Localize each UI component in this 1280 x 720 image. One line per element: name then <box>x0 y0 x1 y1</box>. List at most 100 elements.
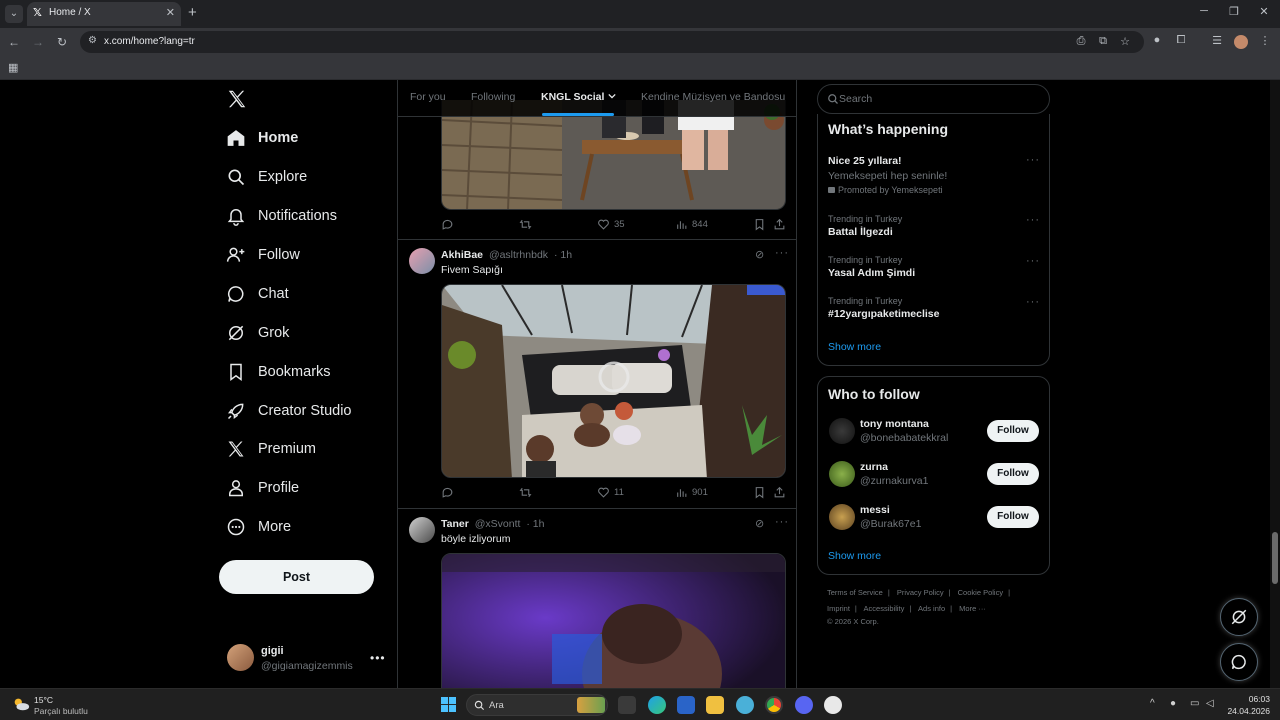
account-avatar[interactable] <box>227 644 254 671</box>
views-button[interactable]: 844 <box>675 218 708 231</box>
post-more-icon[interactable]: ··· <box>775 516 789 528</box>
settings-app-icon[interactable] <box>736 696 754 714</box>
site-info-icon[interactable]: ⚙ <box>88 35 97 46</box>
footer-link[interactable]: Imprint <box>827 604 850 613</box>
user-handle[interactable]: @Burak67e1 <box>860 518 921 530</box>
avatar[interactable] <box>829 504 855 530</box>
tray-overflow-icon[interactable]: ^ <box>1150 698 1155 709</box>
search-box[interactable] <box>817 84 1050 114</box>
x-logo-icon[interactable] <box>226 88 248 110</box>
trend-more-icon[interactable]: ··· <box>1026 154 1040 166</box>
nav-home[interactable]: Home <box>226 124 298 152</box>
chat-float-button[interactable] <box>1220 643 1258 681</box>
new-tab-button[interactable]: + <box>188 4 197 22</box>
bookmark-button[interactable] <box>753 218 770 231</box>
taskbar-search[interactable]: Ara <box>466 694 608 716</box>
task-view-icon[interactable] <box>618 696 636 714</box>
nav-follow[interactable]: Follow <box>226 241 300 269</box>
microphone-icon[interactable]: ● <box>1170 698 1176 709</box>
footer-link[interactable]: More ··· <box>959 604 986 613</box>
share-button[interactable] <box>773 486 790 499</box>
clock-time[interactable]: 06:03 <box>1230 694 1270 704</box>
post-author-name[interactable]: AkhiBae <box>441 249 483 261</box>
avatar[interactable] <box>409 517 435 543</box>
trend-more-icon[interactable]: ··· <box>1026 214 1040 226</box>
repost-button[interactable] <box>519 486 536 499</box>
account-more-icon[interactable]: ••• <box>370 651 386 665</box>
browser-tab[interactable]: 𝕏 Home / X ✕ <box>27 2 181 26</box>
user-name[interactable]: tony montana <box>860 418 929 430</box>
search-input[interactable] <box>839 91 1039 107</box>
post-media-video[interactable] <box>441 553 786 688</box>
nav-more[interactable]: More <box>226 513 291 541</box>
trend-topic[interactable]: #12yargıpaketimeclise <box>828 308 940 320</box>
post-more-icon[interactable]: ··· <box>775 247 789 259</box>
show-more-link[interactable]: Show more <box>828 550 881 562</box>
post-author-handle[interactable]: @asltrhnbdk <box>489 249 548 261</box>
weather-partly-cloudy-icon[interactable] <box>12 696 30 712</box>
bookmark-button[interactable] <box>753 486 770 499</box>
translate-icon[interactable]: ⎙ <box>1074 35 1088 48</box>
reading-list-icon[interactable]: ☰ <box>1210 34 1224 47</box>
tab-kendine-muzisyen[interactable]: Kendine Müzisyen ve Bandosu <box>641 91 785 103</box>
reply-button[interactable] <box>441 486 458 499</box>
tab-kngl-social[interactable]: KNGL Social <box>541 91 617 103</box>
user-name[interactable]: messi <box>860 504 890 516</box>
clock-date[interactable]: 24.04.2026 <box>1220 706 1270 716</box>
close-window-icon[interactable]: ✕ <box>1256 5 1272 18</box>
weather-description[interactable]: Parçalı bulutlu <box>34 706 88 716</box>
follow-button[interactable]: Follow <box>987 463 1039 485</box>
discord-icon[interactable] <box>795 696 813 714</box>
user-name[interactable]: zurna <box>860 461 888 473</box>
footer-link[interactable]: Terms of Service <box>827 588 883 597</box>
user-handle[interactable]: @bonebabatekkral <box>860 432 948 444</box>
user-handle[interactable]: @zurnakurva1 <box>860 475 928 487</box>
nav-profile[interactable]: Profile <box>226 474 299 502</box>
account-handle[interactable]: @gigiamagizemmis <box>261 660 353 672</box>
avatar[interactable] <box>829 461 855 487</box>
grok-icon[interactable]: ⊘ <box>755 248 764 261</box>
volume-icon[interactable]: ◁ <box>1206 698 1214 709</box>
post-author-handle[interactable]: @xSvontt <box>475 518 521 530</box>
post-button[interactable]: Post <box>219 560 374 594</box>
post-time[interactable]: · 1h <box>554 249 572 261</box>
promo-title[interactable]: Nice 25 yıllara! <box>828 155 902 167</box>
weather-temperature[interactable]: 15°C <box>34 695 53 705</box>
restore-icon[interactable]: ❐ <box>1226 5 1242 18</box>
tab-following[interactable]: Following <box>471 91 515 103</box>
follow-button[interactable]: Follow <box>987 506 1039 528</box>
reload-icon[interactable]: ↻ <box>54 34 70 50</box>
promo-subtitle[interactable]: Yemeksepeti hep seninle! <box>828 170 947 182</box>
nav-grok[interactable]: Grok <box>226 319 289 347</box>
install-app-icon[interactable]: ⧉ <box>1096 35 1110 48</box>
follow-button[interactable]: Follow <box>987 420 1039 442</box>
like-button[interactable]: 11 <box>597 486 624 499</box>
tab-close-icon[interactable]: ✕ <box>166 6 175 19</box>
post-media-video[interactable] <box>441 284 786 478</box>
tab-search-button[interactable]: ⌄ <box>5 5 23 23</box>
scrollbar-thumb[interactable] <box>1272 532 1278 584</box>
extensions-icon[interactable]: ⧠ <box>1174 34 1188 47</box>
file-explorer-icon[interactable] <box>706 696 724 714</box>
app-icon[interactable] <box>824 696 842 714</box>
nav-chat[interactable]: Chat <box>226 280 289 308</box>
post-author-name[interactable]: Taner <box>441 518 469 530</box>
avatar[interactable] <box>829 418 855 444</box>
like-button[interactable]: 35 <box>597 218 625 231</box>
repost-button[interactable] <box>519 218 536 231</box>
account-name[interactable]: gigii <box>261 645 284 657</box>
share-button[interactable] <box>773 218 790 231</box>
footer-link[interactable]: Privacy Policy <box>897 588 944 597</box>
url-text[interactable]: x.com/home?lang=tr <box>104 36 195 47</box>
display-icon[interactable]: ▭ <box>1190 698 1199 709</box>
show-more-link[interactable]: Show more <box>828 341 881 353</box>
trend-more-icon[interactable]: ··· <box>1026 296 1040 308</box>
nav-notifications[interactable]: Notifications <box>226 202 337 230</box>
footer-link[interactable]: Ads info <box>918 604 945 613</box>
trend-topic[interactable]: Battal İlgezdi <box>828 226 893 238</box>
bookmark-star-icon[interactable]: ☆ <box>1118 35 1132 48</box>
grok-float-button[interactable] <box>1220 598 1258 636</box>
nav-premium[interactable]: Premium <box>226 435 316 463</box>
post-time[interactable]: · 1h <box>526 518 544 530</box>
footer-link[interactable]: Accessibility <box>864 604 905 613</box>
